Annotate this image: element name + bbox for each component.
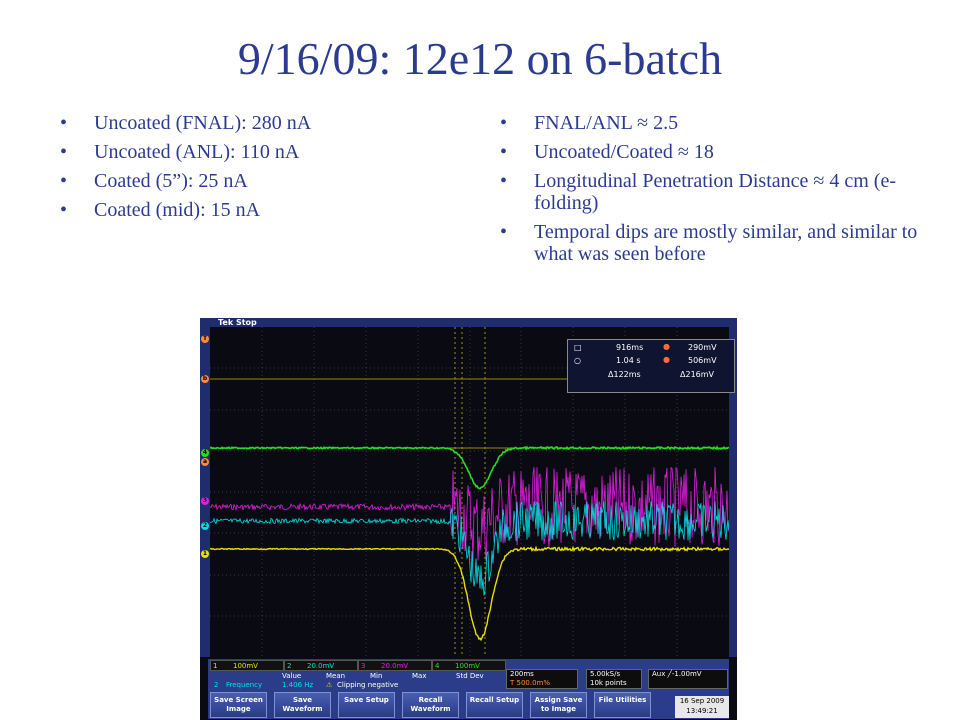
scope-button-row: Save Screen Image Save Waveform Save Set… <box>208 692 729 719</box>
slide-title: 9/16/09: 12e12 on 6-batch <box>237 33 723 84</box>
measurement-value: 1.406 Hz <box>282 681 314 689</box>
file-utilities-button[interactable]: File Utilities <box>594 692 651 718</box>
cursor-a-icon: ● <box>663 342 670 351</box>
save-waveform-button[interactable]: Save Waveform <box>274 692 331 718</box>
channel-marker[interactable]: 3 <box>201 497 209 505</box>
channel-marker[interactable]: T <box>201 335 209 343</box>
recall-waveform-button[interactable]: Recall Waveform <box>402 692 459 718</box>
channel-marker[interactable]: b <box>201 375 209 383</box>
measurement-channel: 2 <box>214 681 219 689</box>
acquisition-state: Tek Stop <box>218 318 257 327</box>
list-item: • Temporal dips are mostly similar, and s… <box>500 221 918 265</box>
measurement-name: Frequency <box>226 681 263 689</box>
list-item: • Uncoated (ANL): 110 nA <box>60 141 300 163</box>
oscilloscope-screenshot: Tek Stop Tb 4a 3 2 1 □ 916ms ● 290mV ○ 1.04 … <box>200 318 737 720</box>
channel-marker[interactable]: 2 <box>201 522 209 530</box>
save-setup-button[interactable]: Save Setup <box>338 692 395 718</box>
cursor-circle-icon: ○ <box>574 356 581 365</box>
timebase-readout[interactable]: 200ms T 500.0m% <box>506 669 578 689</box>
cursor-b-icon: ● <box>663 355 670 364</box>
channel-3-scale[interactable]: 3 20.0mV <box>358 660 432 671</box>
list-item: • Uncoated (FNAL): 280 nA <box>60 112 312 134</box>
recall-setup-button[interactable]: Recall Setup <box>466 692 523 718</box>
right-bullet-list: • FNAL/ANL ≈ 2.5 • Uncoated/Coated ≈ 18 • L… <box>500 112 920 272</box>
save-screen-image-button[interactable]: Save Screen Image <box>210 692 267 718</box>
cursor-readout-panel: □ 916ms ● 290mV ○ 1.04 s ● 506mV Δ122ms … <box>567 339 735 393</box>
channel-marker[interactable]: 4 <box>201 449 209 457</box>
channel-2-scale[interactable]: 2 20.0mV <box>284 660 358 671</box>
measurement-warning: Clipping negative <box>337 681 399 689</box>
trigger-position-icon: T <box>510 679 515 687</box>
cursor-square-icon: □ <box>574 343 582 352</box>
list-item: • Coated (5”): 25 nA <box>60 170 248 192</box>
assign-save-button[interactable]: Assign Save to Image <box>530 692 587 718</box>
warning-icon: ⚠ <box>326 681 333 689</box>
channel-1-scale[interactable]: 1 100mV <box>210 660 284 671</box>
list-item: • FNAL/ANL ≈ 2.5 <box>500 112 679 134</box>
list-item: • Uncoated/Coated ≈ 18 <box>500 141 714 163</box>
channel-marker[interactable]: 1 <box>201 550 209 558</box>
date-time-readout: 16 Sep 2009 13:49:21 <box>675 696 729 718</box>
list-item: • Coated (mid): 15 nA <box>60 199 261 221</box>
left-bullet-list: • Uncoated (FNAL): 280 nA • Uncoated (ANL)… <box>60 112 440 228</box>
channel-marker[interactable]: a <box>201 458 209 466</box>
trigger-readout[interactable]: Aux ╱-1.00mV <box>648 669 728 689</box>
acquisition-readout[interactable]: 5.00kS/s 10k points <box>586 669 642 689</box>
channel-4-scale[interactable]: 4 100mV <box>432 660 506 671</box>
scope-top-bar <box>200 318 737 327</box>
list-item: • Longitudinal Penetration Distance ≈ 4 c… <box>500 170 896 214</box>
